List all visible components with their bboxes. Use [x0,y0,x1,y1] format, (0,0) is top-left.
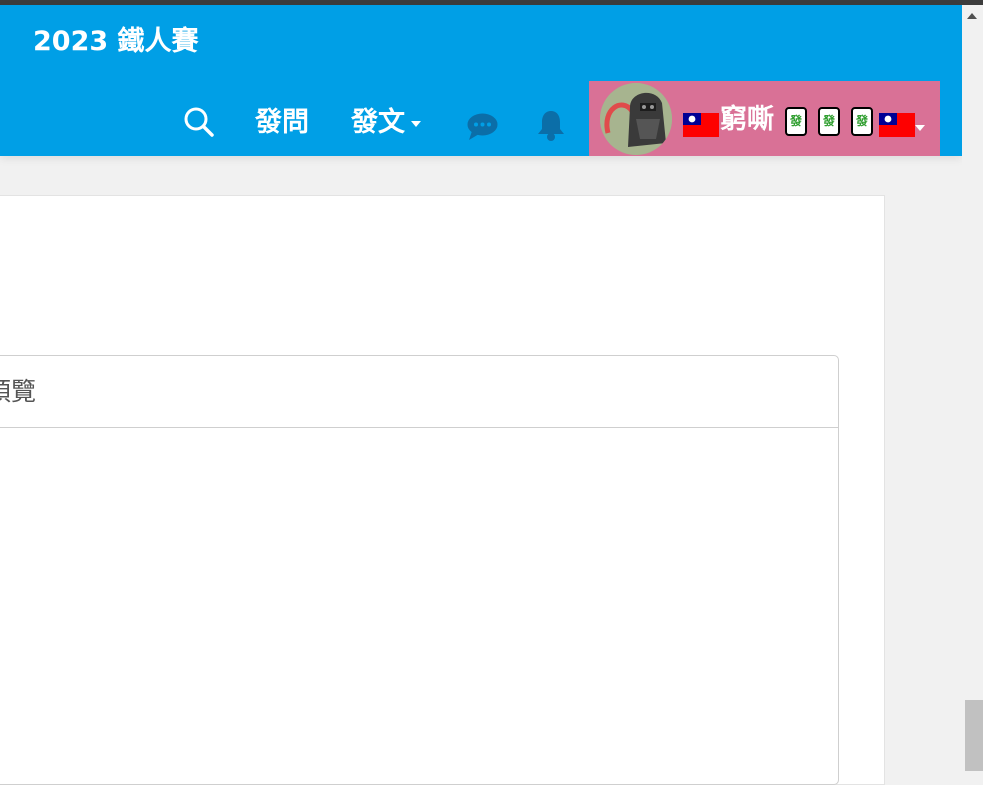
scroll-up-arrow-icon[interactable] [967,13,977,19]
mahjong-tile-badge: 發 [785,107,807,136]
scroll-thumb[interactable] [965,700,983,771]
site-brand[interactable]: 2023 鐵人賽 [33,25,199,59]
bell-icon[interactable] [537,109,565,142]
chevron-down-icon [411,120,421,127]
user-menu[interactable]: 窮嘶 發 發 發 [589,81,940,156]
taiwan-flag-icon [879,113,915,137]
user-name: 窮嘶 [720,104,774,135]
mahjong-tile-badge: 發 [818,107,840,136]
preview-title: 預覽 [0,377,37,406]
avatar [600,83,672,155]
post-dropdown[interactable]: 發文 [351,106,421,140]
preview-card: 預覽 [0,355,839,785]
mahjong-tile-badge: 發 [851,107,873,136]
search-icon[interactable] [183,106,215,138]
chat-bubble-icon[interactable] [467,113,498,141]
taiwan-flag-icon [683,113,719,137]
post-label: 發文 [351,107,405,138]
scrollbar[interactable] [962,5,983,771]
site-navbar: 2023 鐵人賽 發問 發文 窮嘶 發 發 發 [0,5,962,156]
chevron-down-icon [915,125,925,131]
preview-header: 預覽 [0,356,838,428]
ask-question-link[interactable]: 發問 [255,106,309,140]
